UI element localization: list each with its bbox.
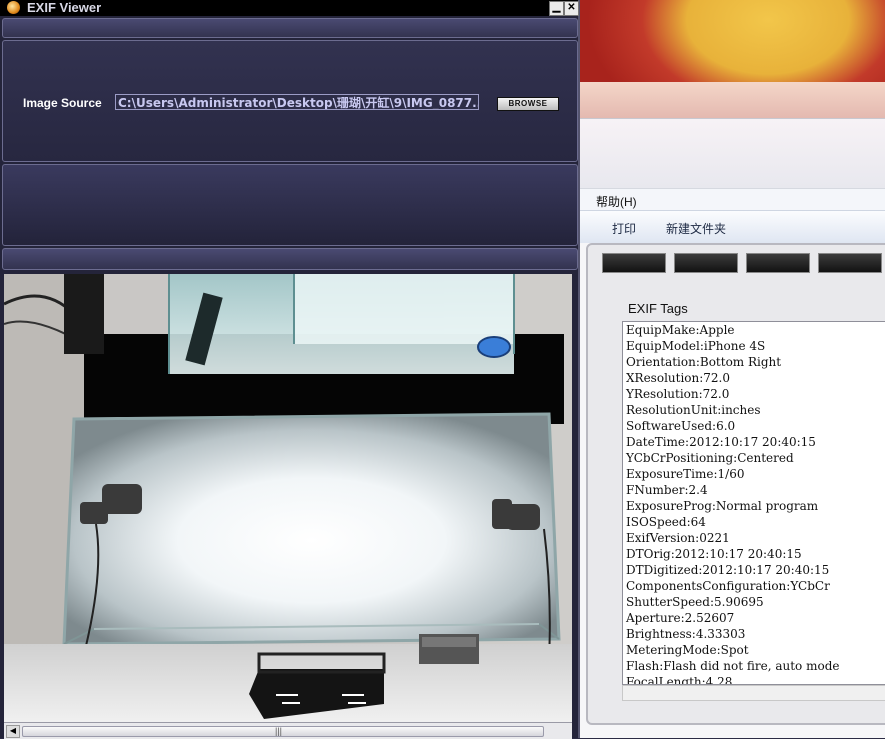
tag-item[interactable]: ISOSpeed:64 [623, 514, 885, 530]
image-source-field[interactable]: C:\Users\Administrator\Desktop\珊瑚\开缸\9\I… [115, 94, 479, 110]
thumbnail[interactable] [602, 253, 666, 273]
tag-item[interactable]: ExifVersion:0221 [623, 530, 885, 546]
scroll-left-arrow-icon[interactable]: ◀ [6, 725, 20, 738]
preview-horizontal-scrollbar[interactable]: ◀ ||| [4, 722, 572, 739]
aquarium-photo [4, 274, 572, 722]
print-button[interactable]: 打印 [612, 220, 636, 237]
tag-item[interactable]: DTOrig:2012:10:17 20:40:15 [623, 546, 885, 562]
thumbnail[interactable] [674, 253, 738, 273]
window-title: EXIF Viewer [27, 0, 102, 15]
close-button[interactable]: ✕ [564, 1, 579, 16]
tag-item[interactable]: EquipModel:iPhone 4S [623, 338, 885, 354]
image-source-label: Image Source [23, 96, 102, 110]
exif-viewer-window: EXIF Viewer ▁ ✕ Image Source C:\Users\Ad… [0, 0, 580, 739]
title-bar[interactable]: EXIF Viewer ▁ ✕ [0, 0, 579, 16]
tag-item[interactable]: FNumber:2.4 [623, 482, 885, 498]
explorer-header [578, 118, 885, 189]
exif-tags-window: EXIF Tags EquipMake:Apple EquipModel:iPh… [586, 243, 885, 725]
minimize-button[interactable]: ▁ [549, 1, 564, 16]
tag-item[interactable]: ShutterSpeed:5.90695 [623, 594, 885, 610]
exif-tags-label: EXIF Tags [628, 301, 688, 316]
tag-item[interactable]: YCbCrPositioning:Centered [623, 450, 885, 466]
bottom-strip [2, 248, 578, 270]
app-icon [7, 1, 20, 14]
tag-item[interactable]: ResolutionUnit:inches [623, 402, 885, 418]
tag-item[interactable]: DTDigitized:2012:10:17 20:40:15 [623, 562, 885, 578]
tag-item[interactable]: EquipMake:Apple [623, 322, 885, 338]
tag-item[interactable]: ExposureProg:Normal program [623, 498, 885, 514]
tag-item[interactable]: MeteringMode:Spot [623, 642, 885, 658]
wallpaper-band [578, 82, 885, 118]
scrollbar-grip-icon: ||| [275, 726, 283, 736]
image-source-panel: Image Source C:\Users\Administrator\Desk… [2, 40, 578, 162]
tag-item[interactable]: Brightness:4.33303 [623, 626, 885, 642]
new-folder-button[interactable]: 新建文件夹 [666, 220, 726, 237]
tag-item[interactable]: ComponentsConfiguration:YCbCr [623, 578, 885, 594]
tags-horizontal-scrollbar[interactable] [622, 685, 885, 701]
scrollbar-thumb[interactable]: ||| [22, 726, 544, 737]
tag-item[interactable]: SoftwareUsed:6.0 [623, 418, 885, 434]
tag-item[interactable]: Flash:Flash did not fire, auto mode [623, 658, 885, 674]
thumbnail[interactable] [818, 253, 882, 273]
tag-item[interactable]: Orientation:Bottom Right [623, 354, 885, 370]
tag-item[interactable]: XResolution:72.0 [623, 370, 885, 386]
tag-item[interactable]: YResolution:72.0 [623, 386, 885, 402]
top-strip [2, 18, 578, 38]
tag-item[interactable]: ExposureTime:1/60 [623, 466, 885, 482]
tag-item[interactable]: FocalLength:4.28 [623, 674, 885, 684]
thumbnail-strip [602, 253, 885, 273]
tag-item[interactable]: DateTime:2012:10:17 20:40:15 [623, 434, 885, 450]
explorer-menubar: 帮助(H) [578, 188, 885, 211]
thumbnail[interactable] [746, 253, 810, 273]
browse-button[interactable]: BROWSE [497, 97, 559, 111]
explorer-toolbar: 打印 新建文件夹 [578, 210, 885, 244]
image-preview [4, 274, 572, 722]
tag-item[interactable]: Aperture:2.52607 [623, 610, 885, 626]
menu-help[interactable]: 帮助(H) [596, 193, 637, 210]
info-panel [2, 164, 578, 246]
exif-tags-list[interactable]: EquipMake:Apple EquipModel:iPhone 4S Ori… [622, 321, 885, 685]
